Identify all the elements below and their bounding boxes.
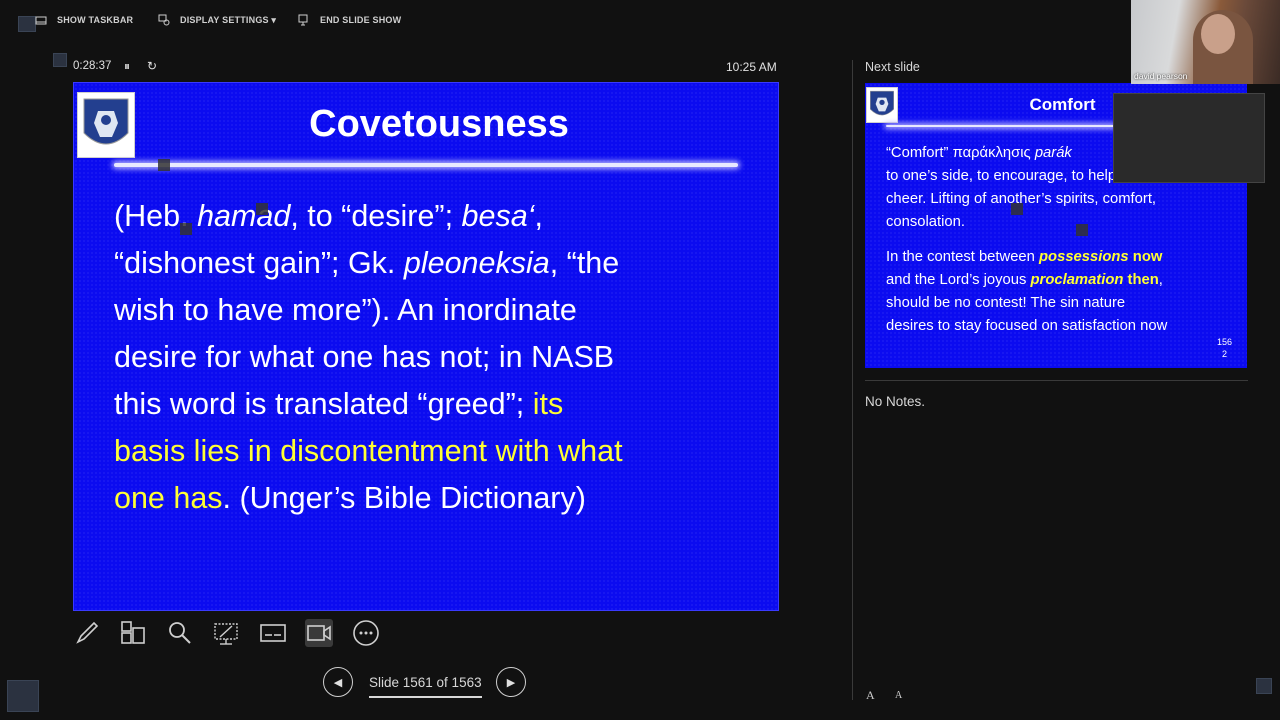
zoom-button[interactable] — [166, 619, 194, 647]
body-line: consolation. — [886, 214, 965, 230]
camera-icon — [307, 625, 331, 641]
show-taskbar-label: SHOW TASKBAR — [57, 15, 134, 25]
overlay-square — [256, 203, 268, 215]
next-slide-label: Next slide — [865, 60, 920, 74]
next-slide-button[interactable]: ▶ — [496, 667, 526, 697]
restart-timer-button[interactable]: ↻ — [147, 59, 157, 73]
speaker-notes: No Notes. — [865, 394, 926, 409]
shield-logo-icon — [83, 98, 129, 145]
body-line: cheer. Lifting of another’s spirits, com… — [886, 191, 1157, 207]
slide-indicator[interactable]: Slide 1561 of 1563 — [369, 675, 482, 690]
video-head — [1201, 14, 1235, 54]
slide-title: Covetousness — [309, 103, 569, 145]
shield-logo-icon — [870, 90, 894, 116]
overlay-square — [158, 159, 170, 171]
body-line: this word is translated “greed”; its — [114, 387, 564, 421]
end-show-icon — [298, 14, 308, 26]
display-settings-button[interactable]: DISPLAY SETTINGS ▾ — [158, 14, 276, 26]
slide-logo — [77, 92, 135, 158]
show-taskbar-button[interactable]: SHOW TASKBAR — [35, 14, 133, 26]
see-all-slides-button[interactable] — [119, 619, 147, 647]
slide-indicator-underline — [369, 696, 482, 698]
pointer-icon — [214, 623, 238, 645]
subtitles-button[interactable] — [259, 619, 287, 647]
video-placeholder — [1113, 93, 1265, 183]
subtitles-icon — [260, 624, 286, 642]
corner-square — [1256, 678, 1272, 694]
body-line: wish to have more”). An inordinate — [114, 293, 577, 327]
body-line: (Heb. hamad, to “desire”; besa‘, — [114, 199, 543, 233]
pen-icon — [76, 621, 99, 644]
panel-divider — [852, 60, 853, 700]
more-options-icon — [353, 620, 379, 646]
previous-slide-button[interactable]: ◀ — [323, 667, 353, 697]
body-line: should be no contest! The sin nature — [886, 295, 1126, 311]
body-line: desire for what one has not; in NASB — [114, 340, 615, 374]
zoom-icon — [169, 622, 191, 644]
next-slide-logo — [866, 87, 898, 123]
participant-name: david pearson — [1134, 71, 1188, 81]
display-settings-icon — [158, 14, 170, 26]
more-options-button[interactable] — [352, 619, 380, 647]
end-slide-show-button[interactable]: END SLIDE SHOW — [298, 14, 401, 26]
body-line: and the Lord’s joyous proclamation then, — [886, 272, 1163, 288]
title-underline — [114, 163, 738, 167]
corner-square — [53, 53, 67, 67]
body-line: In the contest between possessions now — [886, 249, 1163, 265]
current-time: 10:25 AM — [726, 60, 777, 74]
pen-tool-button[interactable] — [73, 619, 101, 647]
participant-video[interactable]: david pearson — [1131, 0, 1280, 84]
next-slide-title: Comfort — [1029, 95, 1096, 114]
pointer-button[interactable] — [212, 619, 240, 647]
body-line: desires to stay focused on satisfaction … — [886, 318, 1168, 334]
camera-button[interactable] — [305, 619, 333, 647]
body-line: basis lies in discontentment with what — [114, 434, 623, 468]
elapsed-timer: 0:28:37 — [73, 60, 112, 72]
overlay-square — [1011, 203, 1023, 215]
body-line: one has. (Unger’s Bible Dictionary) — [114, 481, 586, 515]
slide-body: (Heb. hamad, to “desire”; besa‘, “dishon… — [114, 193, 754, 522]
display-settings-label: DISPLAY SETTINGS ▾ — [180, 14, 277, 25]
overlay-square — [1076, 224, 1088, 236]
next-slide-page-number: 156 2 — [1217, 337, 1233, 359]
increase-font-button[interactable]: A — [866, 688, 875, 703]
taskbar-icon — [35, 16, 47, 25]
notes-divider — [865, 380, 1248, 381]
corner-square — [7, 680, 39, 712]
pause-timer-button[interactable]: ⏸ — [124, 59, 130, 74]
end-slide-show-label: END SLIDE SHOW — [320, 15, 402, 25]
corner-square — [18, 16, 36, 32]
overlay-square — [180, 223, 192, 235]
next-title-underline — [886, 125, 1116, 127]
see-all-slides-icon — [121, 621, 145, 644]
decrease-font-button[interactable]: A — [895, 690, 902, 701]
body-line: “dishonest gain”; Gk. pleoneksia, “the — [114, 246, 620, 280]
current-slide: Covetousness (Heb. hamad, to “desire”; b… — [73, 82, 779, 611]
